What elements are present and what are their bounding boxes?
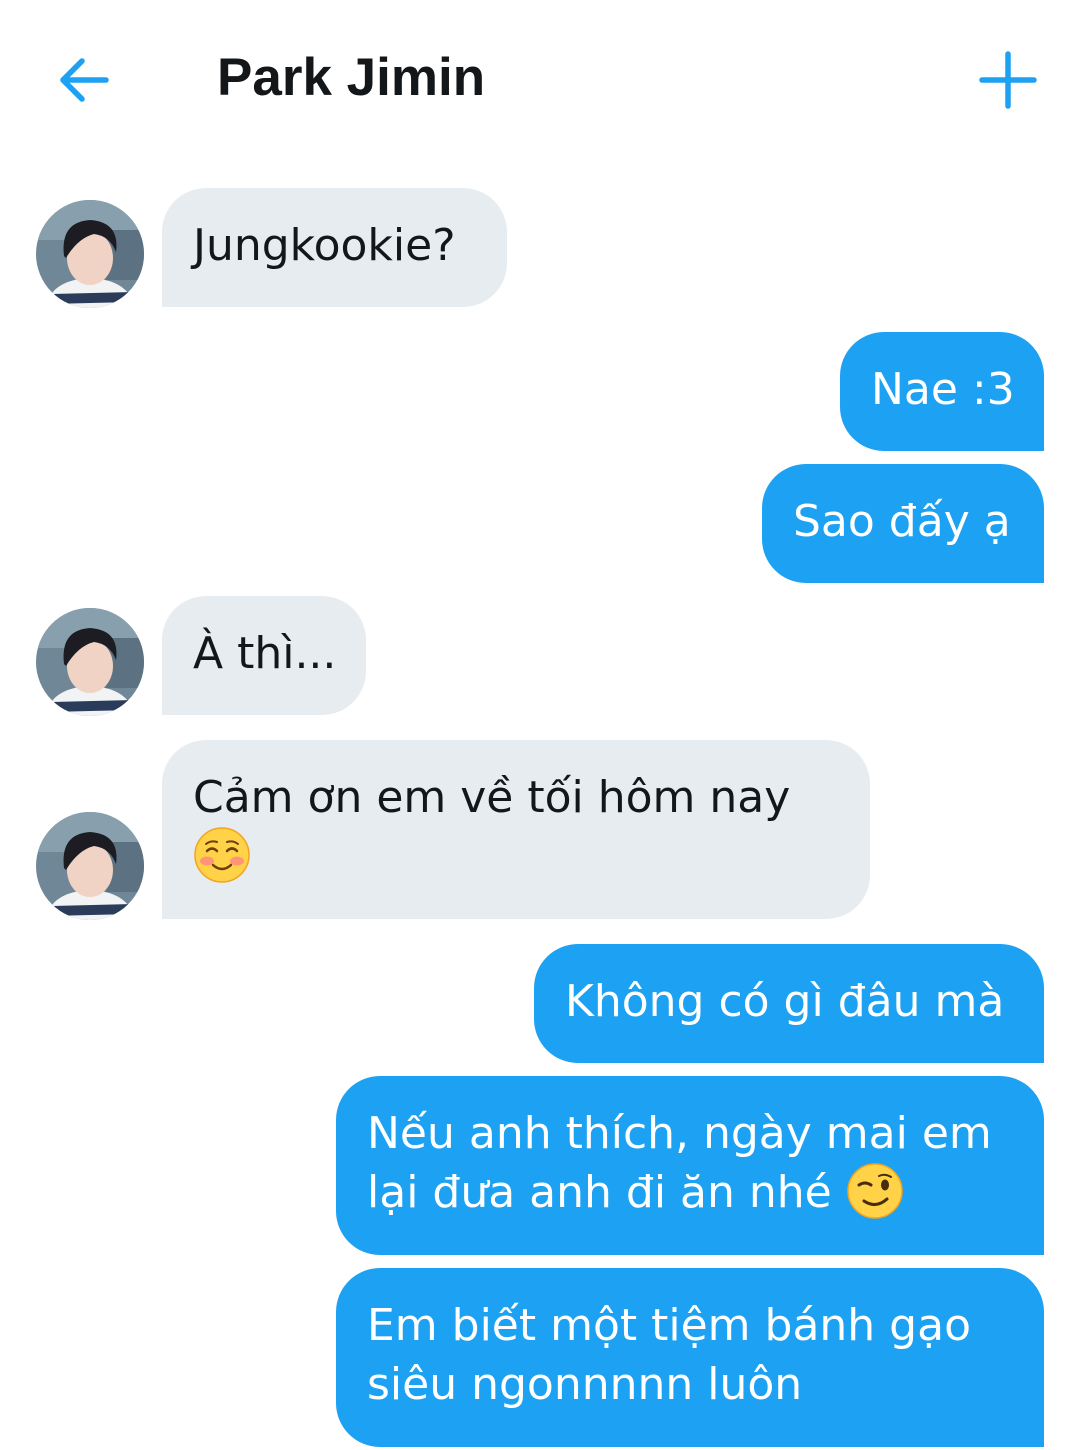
message-text: Em biết một tiệm bánh gạo xyxy=(367,1300,971,1351)
profile-photo-icon xyxy=(36,200,144,308)
message-text: siêu ngonnnnn luôn xyxy=(367,1359,803,1410)
outgoing-message: Nae :3 xyxy=(840,332,1044,451)
outgoing-message: Nếu anh thích, ngày mai em lại đưa anh đ… xyxy=(336,1076,1044,1255)
outgoing-message: Không có gì đâu mà xyxy=(534,944,1044,1063)
chat-header: Park Jimin xyxy=(0,0,1080,160)
smiling-blush-emoji xyxy=(194,827,250,883)
profile-photo-icon xyxy=(36,812,144,920)
outgoing-message: Em biết một tiệm bánh gạo siêu ngonnnnn … xyxy=(336,1268,1044,1447)
message-text: lại đưa anh đi ăn nhé xyxy=(367,1167,832,1218)
contact-avatar[interactable] xyxy=(36,200,144,308)
plus-icon xyxy=(979,51,1037,109)
contact-avatar[interactable] xyxy=(36,812,144,920)
message-text: Nae :3 xyxy=(871,364,1015,415)
add-button[interactable] xyxy=(972,44,1044,116)
back-arrow-icon xyxy=(60,58,109,102)
message-text: Sao đấy ạ xyxy=(793,496,1011,547)
back-button[interactable] xyxy=(52,48,116,112)
outgoing-message: Sao đấy ạ xyxy=(762,464,1044,583)
message-text-line-2: lại đưa anh đi ăn nhé xyxy=(367,1163,1013,1222)
conversation-title: Park Jimin xyxy=(217,48,486,107)
incoming-message: À thì... xyxy=(162,596,366,715)
incoming-message: Jungkookie? xyxy=(162,188,507,307)
message-text: Cảm ơn em về tối hôm nay xyxy=(193,772,791,823)
contact-avatar[interactable] xyxy=(36,608,144,716)
message-text: Không có gì đâu mà xyxy=(565,976,1005,1027)
incoming-message: Cảm ơn em về tối hôm nay xyxy=(162,740,870,919)
message-text: Jungkookie? xyxy=(193,220,456,271)
message-text: Nếu anh thích, ngày mai em xyxy=(367,1108,992,1159)
emoji-line xyxy=(193,827,840,886)
profile-photo-icon xyxy=(36,608,144,716)
winking-face-emoji xyxy=(846,1163,903,1219)
message-text: À thì... xyxy=(193,628,337,679)
